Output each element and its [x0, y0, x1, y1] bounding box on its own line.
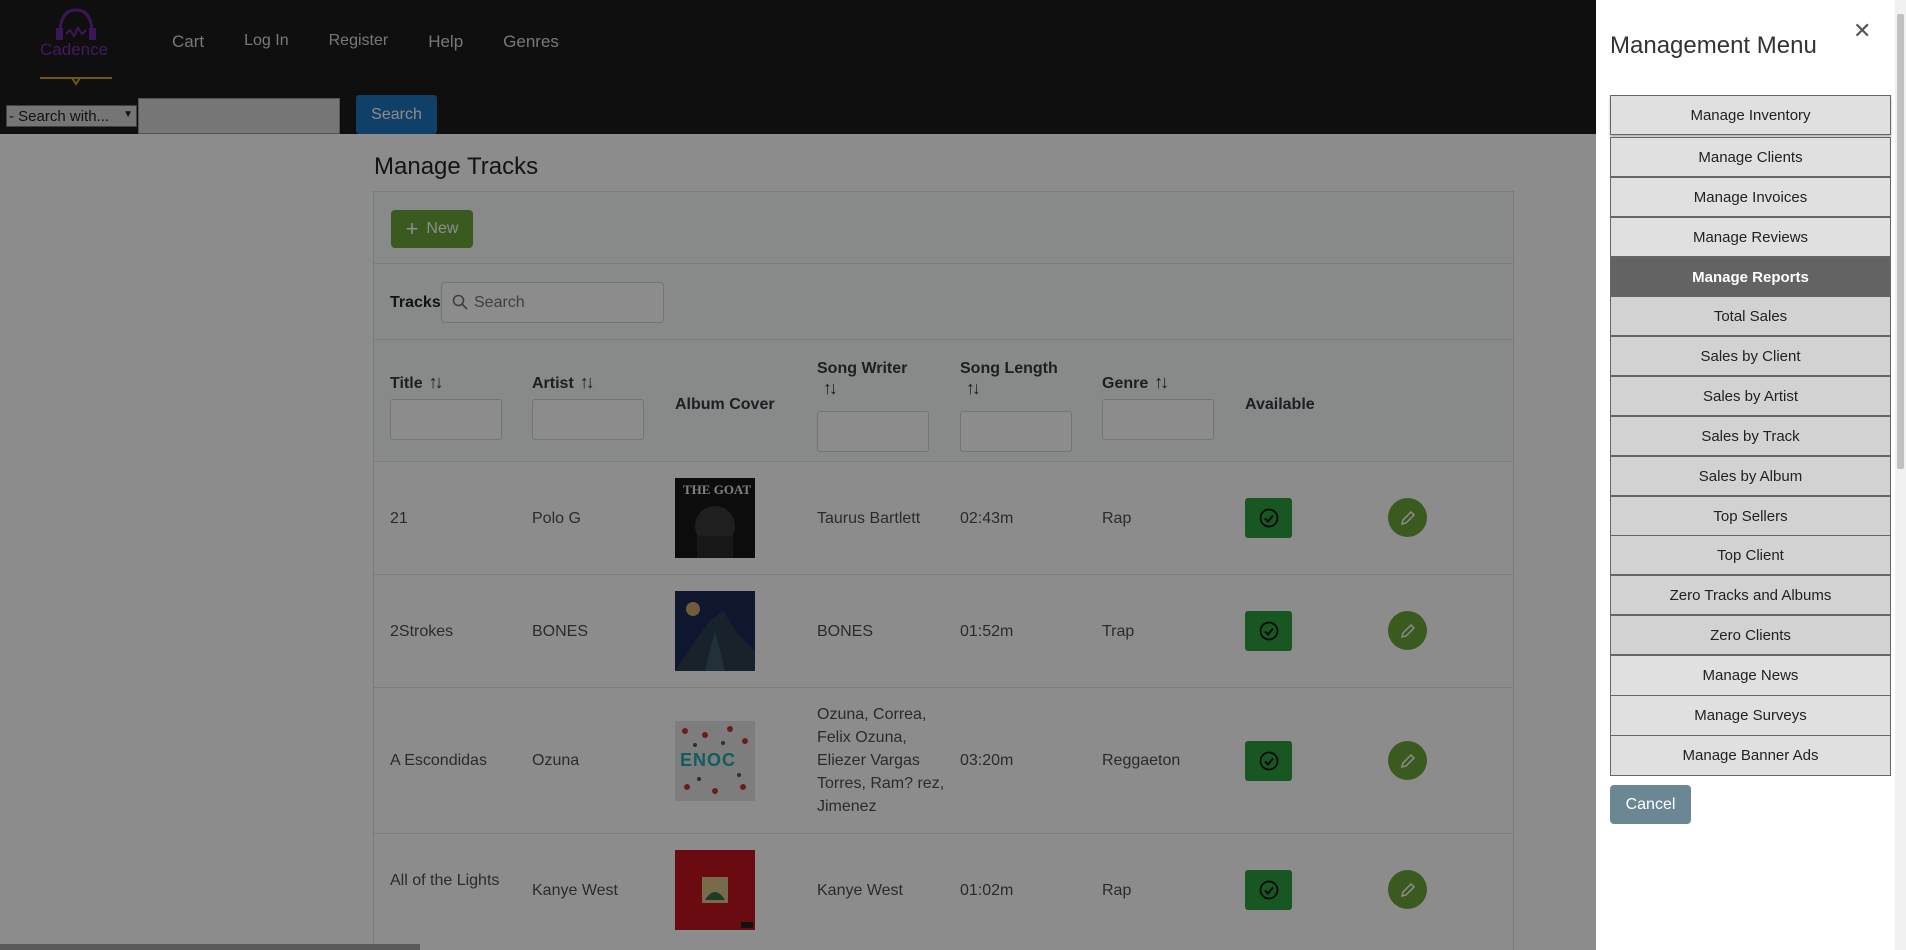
menu-zero-tracks-and-albums[interactable]: Zero Tracks and Albums [1610, 575, 1891, 615]
menu-title: Management Menu [1610, 32, 1817, 59]
menu-manage-surveys[interactable]: Manage Surveys [1610, 695, 1891, 736]
menu-total-sales[interactable]: Total Sales [1610, 296, 1891, 336]
menu-sales-by-track[interactable]: Sales by Track [1610, 416, 1891, 456]
menu-sales-by-album[interactable]: Sales by Album [1610, 456, 1891, 496]
menu-manage-reports[interactable]: Manage Reports [1610, 257, 1891, 297]
menu-sales-by-client[interactable]: Sales by Client [1610, 336, 1891, 376]
menu-scrollbar[interactable] [1895, 0, 1906, 950]
menu-manage-invoices[interactable]: Manage Invoices [1610, 177, 1891, 217]
menu-manage-banner-ads[interactable]: Manage Banner Ads [1610, 735, 1891, 776]
menu-top-client[interactable]: Top Client [1610, 535, 1891, 575]
menu-sales-by-artist[interactable]: Sales by Artist [1610, 376, 1891, 416]
menu-manage-news[interactable]: Manage News [1610, 655, 1891, 696]
menu-top-sellers[interactable]: Top Sellers [1610, 496, 1891, 536]
horizontal-scrollbar[interactable] [0, 944, 420, 950]
management-menu: Management Menu ✕ Manage Inventory Manag… [1596, 0, 1906, 950]
menu-zero-clients[interactable]: Zero Clients [1610, 615, 1891, 655]
menu-manage-clients[interactable]: Manage Clients [1610, 137, 1891, 177]
menu-manage-inventory[interactable]: Manage Inventory [1610, 95, 1891, 135]
cancel-button[interactable]: Cancel [1610, 785, 1691, 824]
close-icon[interactable]: ✕ [1853, 18, 1871, 44]
scrollbar-thumb[interactable] [1897, 14, 1904, 469]
modal-backdrop[interactable] [0, 0, 1596, 950]
menu-manage-reviews[interactable]: Manage Reviews [1610, 217, 1891, 257]
